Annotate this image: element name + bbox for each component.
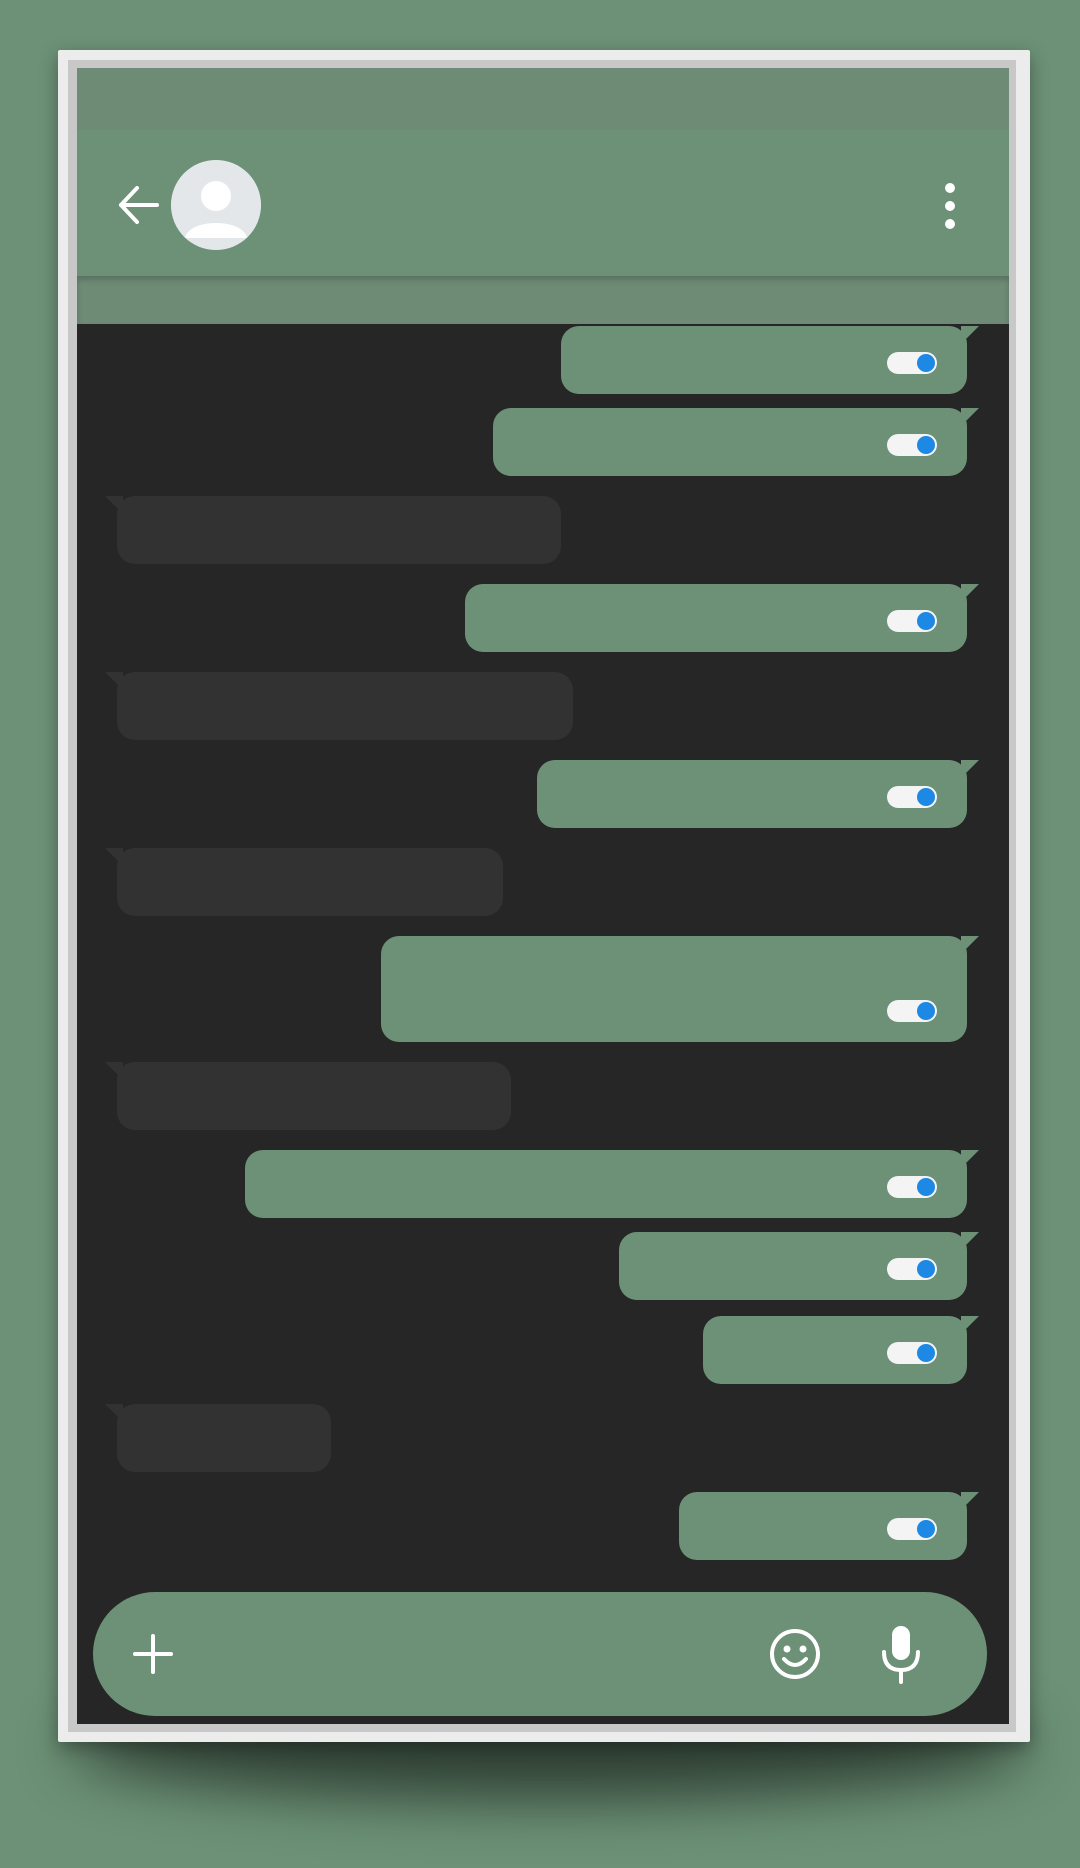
message-incoming[interactable] — [105, 848, 503, 916]
message-outgoing[interactable] — [493, 408, 979, 476]
status-bar — [77, 68, 1009, 130]
more-vertical-icon — [945, 183, 955, 229]
read-status-toggle[interactable] — [887, 1258, 937, 1280]
message-outgoing[interactable] — [381, 936, 979, 1042]
read-status-toggle[interactable] — [887, 1000, 937, 1022]
message-incoming[interactable] — [105, 672, 573, 740]
read-status-toggle[interactable] — [887, 352, 937, 374]
voice-record-button[interactable] — [875, 1622, 927, 1686]
message-incoming[interactable] — [105, 1062, 511, 1130]
message-outgoing[interactable] — [561, 326, 979, 394]
read-status-toggle[interactable] — [887, 1176, 937, 1198]
message-composer[interactable] — [93, 1592, 987, 1716]
message-outgoing[interactable] — [537, 760, 979, 828]
message-outgoing[interactable] — [703, 1316, 979, 1384]
emoji-icon — [770, 1629, 820, 1679]
chat-screen — [77, 68, 1009, 1724]
arrow-left-icon — [119, 186, 159, 224]
message-outgoing[interactable] — [679, 1492, 979, 1560]
read-status-toggle[interactable] — [887, 786, 937, 808]
read-status-toggle[interactable] — [887, 1518, 937, 1540]
message-outgoing[interactable] — [619, 1232, 979, 1300]
read-status-toggle[interactable] — [887, 434, 937, 456]
attach-button[interactable] — [129, 1630, 177, 1678]
message-outgoing[interactable] — [245, 1150, 979, 1218]
read-status-toggle[interactable] — [887, 1342, 937, 1364]
contact-avatar[interactable] — [171, 160, 261, 250]
back-button[interactable] — [113, 180, 163, 230]
message-incoming[interactable] — [105, 1404, 331, 1472]
plus-icon — [133, 1634, 173, 1674]
person-avatar-icon — [171, 160, 261, 250]
message-outgoing[interactable] — [465, 584, 979, 652]
read-status-toggle[interactable] — [887, 610, 937, 632]
more-options-button[interactable] — [933, 178, 967, 234]
header-subbar — [77, 276, 1009, 324]
microphone-icon — [882, 1626, 920, 1684]
emoji-button[interactable] — [767, 1626, 823, 1682]
message-incoming[interactable] — [105, 496, 561, 564]
message-input[interactable] — [203, 1628, 723, 1680]
